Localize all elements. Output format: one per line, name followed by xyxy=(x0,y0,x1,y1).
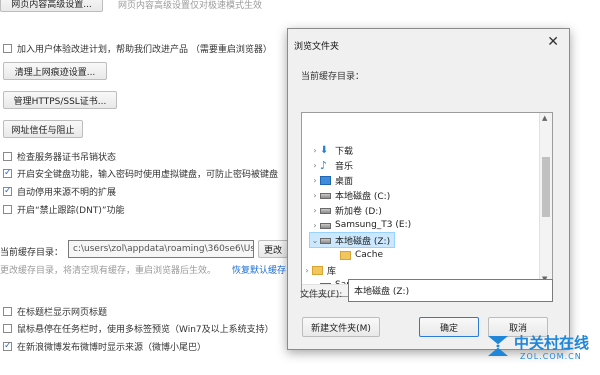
tree-vertical-scrollbar[interactable]: ▲ ▼ xyxy=(539,113,552,296)
watermark-cn: 中关村在线 xyxy=(514,334,590,352)
cache-dir-label: 当前缓存目录： xyxy=(0,248,64,258)
tree-item[interactable]: › 本地磁盘 (C:) xyxy=(310,188,390,202)
show-title-label: 在标题栏显示网页标题 xyxy=(17,308,108,318)
tree-item-label: 桌面 xyxy=(335,176,354,187)
tree-item-label: 新加卷 (D:) xyxy=(335,206,382,217)
chevron-right-icon[interactable]: › xyxy=(310,176,320,185)
url-trust-button[interactable]: 网址信任与阻止 xyxy=(3,120,83,138)
tree-item[interactable]: › 新加卷 (D:) xyxy=(310,203,382,217)
chevron-right-icon[interactable]: › xyxy=(310,191,320,200)
tree-item-label: Cache xyxy=(355,250,383,260)
scroll-up-icon[interactable]: ▲ xyxy=(542,114,547,122)
dialog-cache-label: 当前缓存目录： xyxy=(301,72,365,82)
download-arrow-icon: ⬇ xyxy=(320,144,329,156)
tree-item-label: 库 xyxy=(327,266,337,277)
tree-item[interactable]: › ♪ 音乐 xyxy=(310,158,353,172)
scrollbar-thumb[interactable] xyxy=(542,157,550,217)
folder-tree[interactable]: › ⬇ 下载 › ♪ 音乐 › 桌面 › 本地磁盘 (C:) › 新加卷 (D:) › Samsung_T… xyxy=(301,112,553,297)
desktop-icon xyxy=(320,175,331,185)
drive-icon xyxy=(320,208,331,214)
check-cert-checkbox[interactable] xyxy=(3,152,12,161)
close-icon[interactable]: ✕ xyxy=(547,34,559,50)
library-icon xyxy=(312,265,323,275)
content-advanced-settings-button[interactable]: 网页内容高级设置... xyxy=(0,0,103,12)
tree-item-label: Samsung_T3 (E:) xyxy=(335,220,412,230)
hover-preview-checkbox[interactable] xyxy=(3,324,12,333)
tree-item[interactable]: › 桌面 xyxy=(310,173,353,187)
dialog-title: 浏览文件夹 xyxy=(294,42,340,52)
improve-plan-checkbox[interactable] xyxy=(3,44,12,53)
manage-cert-button[interactable]: 管理HTTPS/SSL证书... xyxy=(3,91,117,109)
watermark-en: ZOL.COM.CN xyxy=(520,352,582,361)
drive-icon xyxy=(320,193,331,199)
folder-icon xyxy=(340,250,351,260)
dnt-label: 开启“禁止跟踪(DNT)”功能 xyxy=(17,206,125,216)
tree-item-label: 音乐 xyxy=(335,161,354,172)
change-cache-button[interactable]: 更改 xyxy=(258,240,288,258)
show-title-checkbox[interactable] xyxy=(3,307,12,316)
zol-logo-icon xyxy=(488,336,508,356)
folder-input[interactable]: 本地磁盘 (Z:) xyxy=(348,279,553,302)
clear-traces-button[interactable]: 清理上网痕迹设置... xyxy=(3,62,107,80)
tree-item[interactable]: › ⬇ 下载 xyxy=(310,143,353,157)
weibo-source-label: 在新浪微博发布微博时显示来源（微博小尾巴） xyxy=(17,343,207,353)
music-note-icon: ♪ xyxy=(320,158,328,172)
ok-button[interactable]: 确定 xyxy=(419,317,479,337)
chevron-right-icon[interactable]: › xyxy=(310,221,320,230)
auto-disable-ext-checkbox[interactable]: ✓ xyxy=(3,187,12,196)
browse-folder-dialog: 浏览文件夹 ✕ 当前缓存目录： › ⬇ 下载 › ♪ 音乐 › 桌面 › 本地磁盘 (C:) › 新加… xyxy=(287,28,570,350)
chevron-right-icon[interactable]: › xyxy=(310,206,320,215)
restore-default-cache-link[interactable]: 恢复默认缓存 xyxy=(232,263,286,276)
drive-icon xyxy=(320,223,331,229)
chevron-down-icon[interactable]: ⌄ xyxy=(310,236,320,245)
content-advanced-desc: 网页内容高级设置仅对极速模式生效 xyxy=(118,1,263,11)
tree-item-label: 本地磁盘 (C:) xyxy=(335,191,391,202)
improve-plan-label: 加入用户体验改进计划，帮助我们改进产品 （需要重启浏览器） xyxy=(17,45,272,55)
tree-item[interactable]: › 库 xyxy=(302,263,336,277)
tree-item[interactable]: ⌄ 本地磁盘 (Z:) xyxy=(308,232,396,248)
secure-keyboard-label: 开启安全键盘功能，输入密码时使用虚拟键盘，可防止密码被键盘 xyxy=(17,170,279,180)
dnt-checkbox[interactable] xyxy=(3,205,12,214)
tree-item-label: 下载 xyxy=(335,146,354,157)
check-cert-label: 检查服务器证书吊销状态 xyxy=(17,153,117,163)
weibo-source-checkbox[interactable]: ✓ xyxy=(3,342,12,351)
chevron-right-icon[interactable]: › xyxy=(310,146,320,155)
new-folder-button[interactable]: 新建文件夹(M) xyxy=(302,317,380,337)
hover-preview-label: 鼠标悬停在任务栏时，使用多标签预览（Win7及以上系统支持） xyxy=(17,325,274,335)
tree-item-label: 本地磁盘 (Z:) xyxy=(335,236,391,247)
secure-keyboard-checkbox[interactable]: ✓ xyxy=(3,169,12,178)
cache-desc: 更改缓存目录，将清空现有缓存，重启浏览器后生效。 xyxy=(0,266,217,276)
zol-logo: 中关村在线 ZOL.COM.CN xyxy=(486,330,596,370)
tree-item[interactable]: Cache xyxy=(330,248,383,262)
tree-item[interactable]: › Samsung_T3 (E:) xyxy=(310,218,411,232)
folder-label: 文件夹(F): xyxy=(300,290,343,300)
drive-icon xyxy=(320,238,331,244)
cache-dir-input[interactable]: c:\users\zol\appdata\roaming\360se6\User xyxy=(68,240,254,258)
chevron-right-icon[interactable]: › xyxy=(310,161,320,170)
chevron-right-icon[interactable]: › xyxy=(302,266,312,275)
auto-disable-ext-label: 自动停用来源不明的扩展 xyxy=(17,188,117,198)
